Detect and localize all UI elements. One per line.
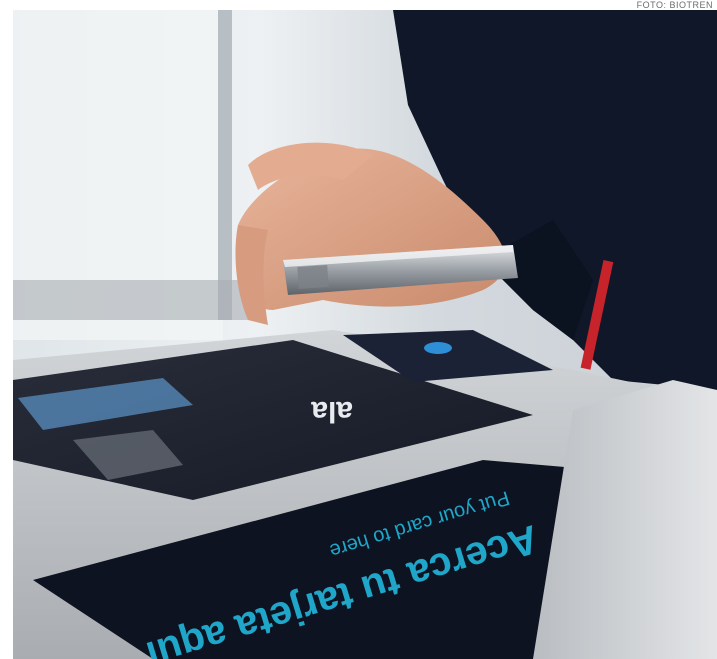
card-target-light (424, 342, 452, 354)
photo-credit: FOTO: BIOTREN (636, 0, 713, 10)
photograph: ala Acerca tu tarjeta aquí Put your card… (13, 10, 717, 659)
window-frame (218, 10, 232, 320)
photo-illustration: ala Acerca tu tarjeta aquí Put your card… (13, 10, 717, 659)
window-sill (13, 280, 263, 320)
reader-logo: ala (311, 395, 353, 428)
phone-camera (297, 264, 329, 290)
